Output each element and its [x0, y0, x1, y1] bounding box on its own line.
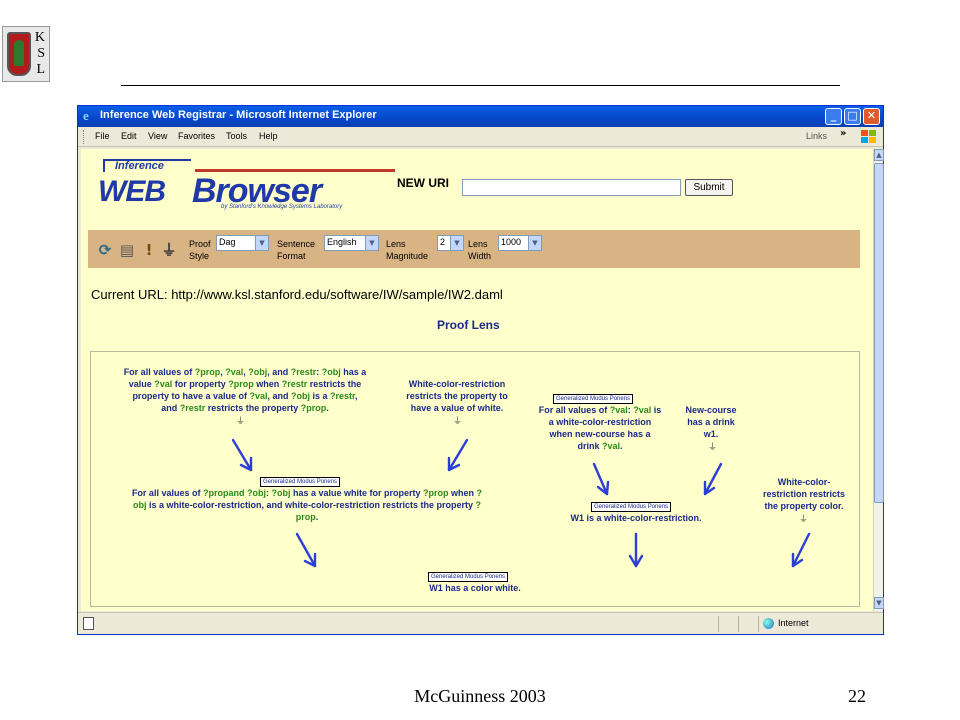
menu-file[interactable]: File	[95, 131, 110, 141]
logo-inference-text: Inference	[103, 159, 191, 172]
title-bar[interactable]: e Inference Web Registrar - Microsoft In…	[78, 106, 883, 127]
lens-magnitude-label-1: Lens	[386, 239, 406, 249]
arrow-down-left-icon	[703, 462, 723, 496]
page-content: Inference WEB Browser by Stanford's Know…	[81, 149, 873, 611]
lens-magnitude-select[interactable]: 2 ▼	[437, 235, 464, 251]
security-zone-label: Internet	[778, 618, 809, 628]
chevron-right-icon[interactable]: »	[840, 128, 846, 139]
chevron-down-icon[interactable]: ▼	[450, 236, 463, 250]
refresh-icon[interactable]: ⟳	[96, 241, 114, 259]
exclamation-icon[interactable]: !	[140, 241, 158, 259]
proof-toolbar: ⟳ ▤ ! ⏚ Proof Style Dag ▼ Sentence Forma…	[88, 230, 860, 268]
menu-edit[interactable]: Edit	[121, 131, 137, 141]
sentence-format-label-1: Sentence	[277, 239, 316, 249]
stanford-shield-icon	[7, 32, 31, 76]
page-status-icon	[83, 617, 94, 630]
logo-tagline: by Stanford's Knowledge Systems Laborato…	[221, 204, 343, 210]
chevron-down-icon[interactable]: ▼	[528, 236, 541, 250]
sentence-format-label-2: Format	[277, 251, 306, 261]
slide-divider	[121, 85, 840, 86]
lens-magnitude-value: 2	[440, 237, 446, 247]
lens-width-value: 1000	[501, 237, 522, 247]
vertical-scrollbar[interactable]: ▲ ▼	[873, 149, 884, 611]
proof-arrows	[231, 438, 811, 568]
minimize-button[interactable]: _	[825, 108, 842, 125]
footer-author: McGuinness 2003	[414, 686, 546, 706]
arrow-down-left-icon	[447, 438, 469, 472]
slide-number: 22	[848, 686, 866, 706]
links-toolbar[interactable]: Links	[806, 131, 827, 141]
logo-web-text: WEB	[98, 175, 166, 208]
lens-width-select[interactable]: 1000 ▼	[498, 235, 542, 251]
sentence-format-value: English	[327, 237, 357, 247]
close-button[interactable]: ✕	[863, 108, 880, 125]
submit-button[interactable]: Submit	[685, 179, 733, 196]
scroll-thumb[interactable]	[874, 163, 884, 503]
status-divider	[718, 616, 719, 632]
proof-style-value: Dag	[219, 237, 236, 247]
arrow-down-right-icon	[295, 532, 317, 568]
arrow-down-right-icon	[592, 462, 610, 496]
proof-style-label-1: Proof	[189, 239, 211, 249]
menu-favorites[interactable]: Favorites	[178, 131, 215, 141]
ground-icon[interactable]: ⏚	[160, 241, 178, 259]
chevron-down-icon[interactable]: ▼	[365, 236, 378, 250]
arrow-down-icon	[628, 532, 644, 568]
windows-flag-icon	[860, 129, 876, 144]
internet-zone-icon	[763, 618, 774, 629]
browser-window: e Inference Web Registrar - Microsoft In…	[77, 105, 884, 635]
proof-lens-heading: Proof Lens	[437, 318, 500, 332]
logo-letter-s: S	[37, 46, 45, 61]
menu-bar: File Edit View Favorites Tools Help Link…	[78, 127, 883, 147]
lens-width-label-2: Width	[468, 251, 492, 261]
logo-letter-l: L	[36, 62, 45, 77]
maximize-button[interactable]: □	[844, 108, 861, 125]
status-divider	[738, 616, 739, 632]
menu-view[interactable]: View	[148, 131, 167, 141]
notes-icon[interactable]: ▤	[118, 241, 136, 259]
scroll-up-icon[interactable]: ▲	[874, 149, 884, 161]
lens-width-label-1: Lens	[468, 239, 488, 249]
new-uri-label: NEW URI	[397, 176, 449, 190]
menu-help[interactable]: Help	[259, 131, 278, 141]
chevron-down-icon[interactable]: ▼	[255, 236, 268, 250]
arrow-down-left-icon	[791, 532, 811, 568]
current-url: Current URL: http://www.ksl.stanford.edu…	[91, 287, 503, 302]
ie-icon: e	[83, 108, 89, 123]
window-title: Inference Web Registrar - Microsoft Inte…	[100, 109, 377, 121]
uri-input[interactable]	[462, 179, 681, 196]
ksl-logo: K S L	[2, 26, 50, 82]
proof-style-select[interactable]: Dag ▼	[216, 235, 269, 251]
arrow-down-right-icon	[231, 438, 253, 472]
lens-magnitude-label-2: Magnitude	[386, 251, 429, 261]
status-divider	[758, 616, 759, 632]
sentence-format-select[interactable]: English ▼	[324, 235, 379, 251]
menu-grip-icon	[83, 130, 86, 144]
proof-style-label-2: Style	[189, 251, 210, 261]
logo-letter-k: K	[34, 30, 45, 45]
menu-tools[interactable]: Tools	[226, 131, 247, 141]
status-bar: Internet	[78, 612, 883, 634]
proof-panel: For all values of ?prop, ?val, ?obj, and…	[90, 351, 860, 607]
scroll-down-icon[interactable]: ▼	[874, 597, 884, 609]
